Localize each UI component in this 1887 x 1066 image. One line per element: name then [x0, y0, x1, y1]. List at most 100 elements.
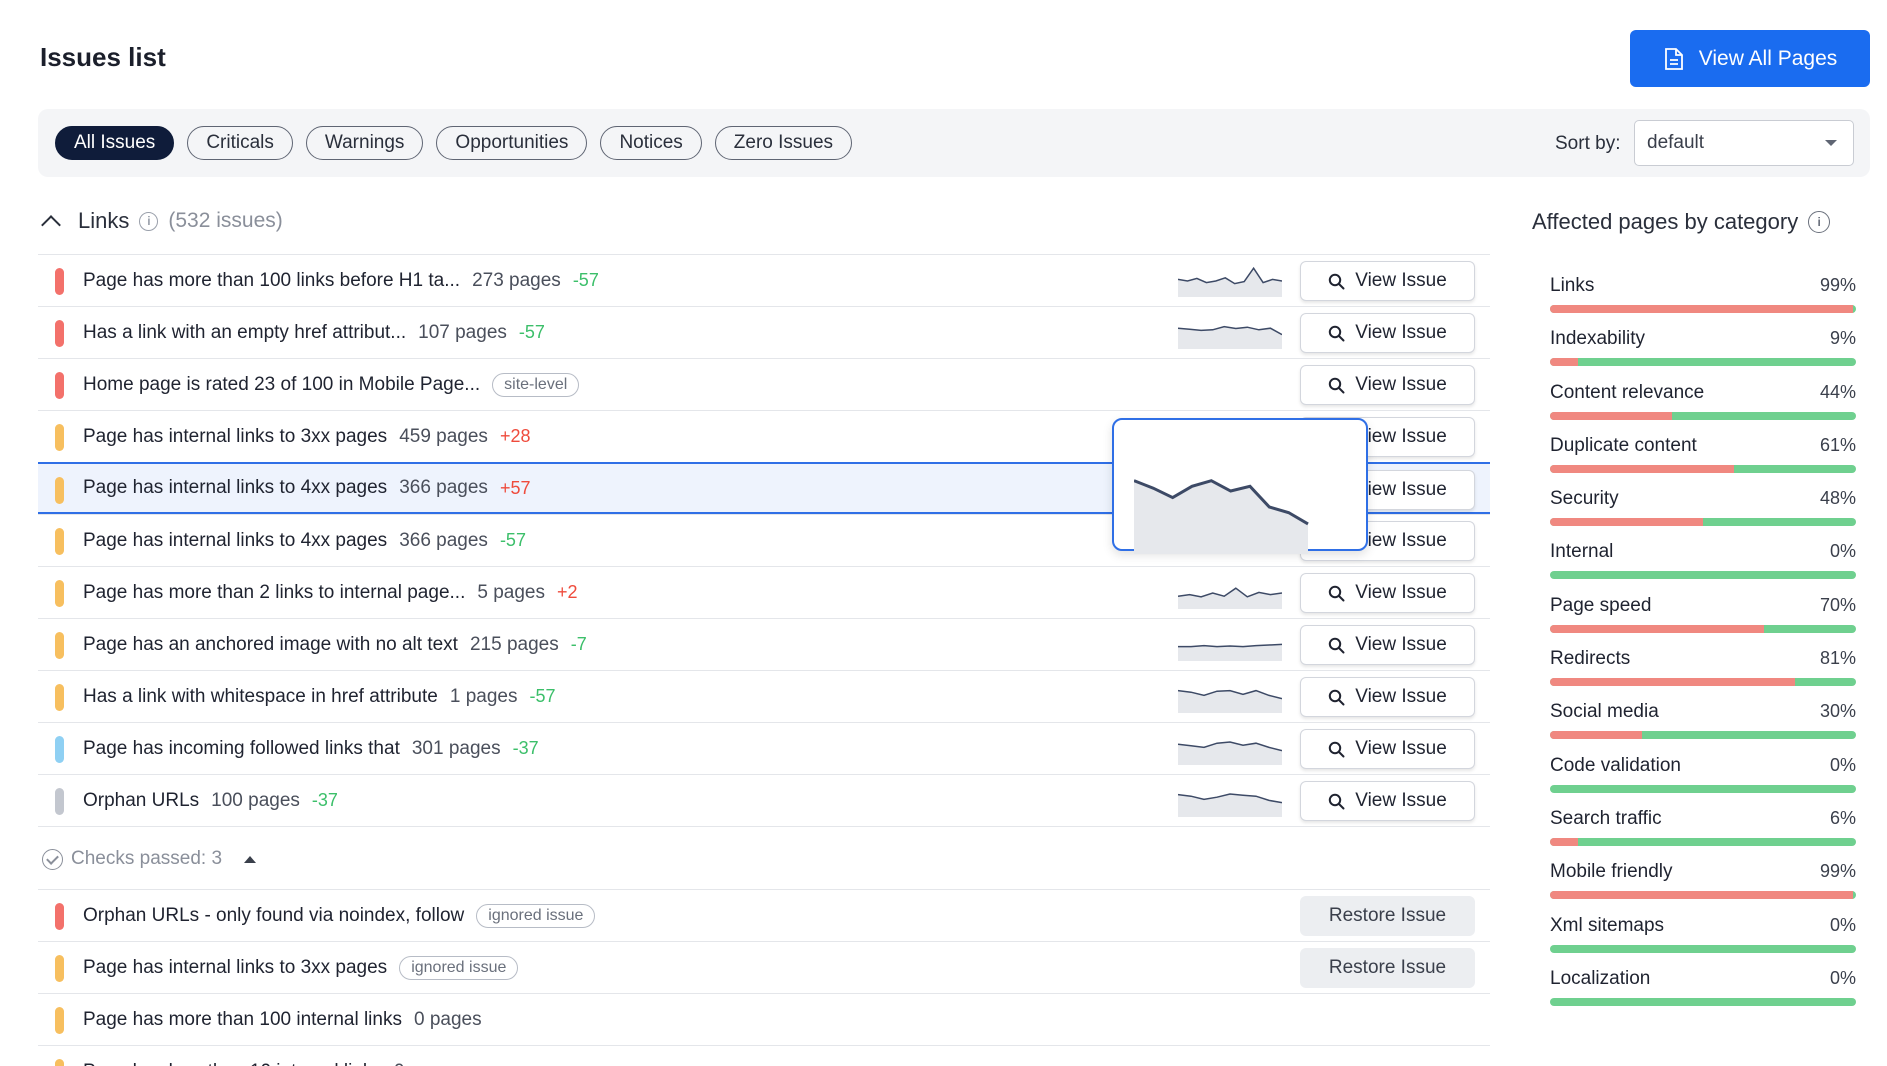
severity-indicator — [55, 580, 64, 607]
filter-pill-zero-issues[interactable]: Zero Issues — [714, 126, 853, 160]
sort-label: Sort by: — [1555, 133, 1621, 154]
issue-title: Page has an anchored image with no alt t… — [83, 633, 458, 655]
issue-delta: -57 — [518, 322, 545, 342]
passed-issue-row[interactable]: Page has more than 100 internal links 0 p… — [38, 993, 1490, 1045]
issue-row-text: Has a link with whitespace in href attri… — [83, 671, 555, 722]
info-icon[interactable]: i — [139, 211, 159, 231]
view-issue-button[interactable]: View Issue — [1300, 781, 1475, 821]
issue-title: Orphan URLs — [83, 789, 200, 811]
trend-sparkline[interactable] — [1178, 629, 1283, 661]
filter-pill-all-issues[interactable]: All Issues — [55, 126, 175, 160]
category-name: Mobile friendly — [1550, 861, 1673, 883]
filter-pill-notices[interactable]: Notices — [600, 126, 702, 160]
issue-delta: -37 — [512, 738, 539, 758]
view-issue-label: View Issue — [1355, 530, 1447, 551]
chevron-up-icon[interactable] — [41, 215, 61, 235]
filter-pill-criticals[interactable]: Criticals — [187, 126, 293, 160]
sparkline-chart — [1177, 741, 1283, 765]
category-bar-fill — [1550, 837, 1578, 846]
checks-passed-row[interactable]: Checks passed: 3 — [38, 826, 1490, 889]
issue-pages: 459 pages — [399, 425, 488, 447]
restore-issue-button[interactable]: Restore Issue — [1300, 948, 1475, 988]
view-issue-button[interactable]: View Issue — [1300, 677, 1475, 717]
category-percent: 0% — [1829, 754, 1856, 775]
affected-pages-title: Affected pages by category i — [1532, 209, 1831, 235]
passed-issue-row[interactable]: Orphan URLs - only found via noindex, fo… — [38, 889, 1490, 941]
sort-value: default — [1647, 132, 1705, 153]
severity-indicator — [55, 736, 64, 763]
issue-row[interactable]: Page has incoming followed links that 301… — [38, 722, 1490, 774]
issue-row[interactable]: Page has an anchored image with no alt t… — [38, 618, 1490, 670]
filter-bar: All Issues Criticals Warnings Opportunities… — [38, 109, 1870, 177]
passed-issue-row[interactable]: Page has internal links to 3xx pages igno… — [38, 941, 1490, 993]
view-issue-button[interactable]: View Issue — [1300, 261, 1475, 301]
category-name: Code validation — [1550, 754, 1681, 776]
issue-delta: -7 — [570, 634, 587, 654]
issue-title: Page has incoming followed links that — [83, 737, 400, 759]
trend-sparkline[interactable] — [1177, 317, 1283, 349]
severity-indicator — [55, 632, 64, 659]
category-bar-fill — [1550, 411, 1673, 420]
issue-row[interactable]: Page has more than 100 links before H1 t… — [38, 254, 1490, 306]
view-issue-label: View Issue — [1355, 479, 1447, 500]
issue-row[interactable]: Orphan URLs 100 pages -37 View Issue — [38, 774, 1490, 826]
search-icon — [1329, 741, 1345, 757]
category-bar — [1550, 944, 1856, 953]
filter-pill-opportunities[interactable]: Opportunities — [436, 126, 588, 160]
category-item: Content relevance 44% — [1550, 382, 1856, 435]
trend-sparkline[interactable] — [1177, 785, 1283, 817]
category-bar-fill — [1550, 678, 1795, 687]
view-issue-button[interactable]: View Issue — [1300, 729, 1475, 769]
issue-title: Page has internal links to 4xx pages — [83, 477, 388, 498]
view-issue-button[interactable]: View Issue — [1300, 365, 1475, 405]
view-issue-button[interactable]: View Issue — [1300, 313, 1475, 353]
issue-row[interactable]: Page has more than 2 links to internal p… — [38, 566, 1490, 618]
caret-up-icon[interactable] — [244, 855, 257, 863]
info-icon[interactable]: i — [1808, 211, 1831, 233]
checks-passed-toggle[interactable]: Checks passed: 3 — [42, 848, 257, 870]
view-issue-button[interactable]: View Issue — [1300, 573, 1475, 613]
category-bar — [1550, 571, 1856, 580]
issue-title: Home page is rated 23 of 100 in Mobile P… — [83, 373, 481, 395]
issue-row-text: Page has internal links to 4xx pages 366 … — [83, 464, 530, 512]
check-circle-icon — [42, 848, 63, 870]
trend-sparkline[interactable] — [1177, 265, 1283, 297]
category-item: Security 48% — [1550, 488, 1856, 541]
category-name: Social media — [1550, 701, 1659, 723]
sparkline-chart — [1177, 689, 1283, 713]
category-bar-fill — [1550, 464, 1734, 473]
page-title: Issues list — [40, 42, 166, 72]
issue-row[interactable]: Has a link with whitespace in href attri… — [38, 670, 1490, 722]
issue-badge: site-level — [492, 372, 580, 397]
sort-select[interactable]: default — [1634, 120, 1854, 166]
sparkline-chart — [1177, 793, 1283, 817]
view-all-pages-label: View All Pages — [1698, 46, 1838, 70]
issue-row-text: Page has more than 100 links before H1 t… — [83, 255, 599, 306]
category-percent: 48% — [1819, 488, 1856, 509]
search-icon — [1329, 377, 1345, 393]
view-all-pages-button[interactable]: View All Pages — [1630, 30, 1870, 87]
restore-issue-button[interactable]: Restore Issue — [1300, 896, 1475, 936]
issue-row-text: Page has incoming followed links that 301… — [83, 723, 539, 774]
filter-pill-warnings[interactable]: Warnings — [305, 126, 424, 160]
caret-down-icon — [1825, 140, 1837, 146]
view-issue-button[interactable]: View Issue — [1300, 625, 1475, 665]
issue-pages: 366 pages — [399, 477, 488, 498]
category-bar — [1550, 518, 1856, 527]
category-name: Xml sitemaps — [1550, 914, 1665, 936]
section-name: Links — [78, 208, 130, 233]
issue-row[interactable]: Home page is rated 23 of 100 in Mobile P… — [38, 358, 1490, 410]
view-issue-label: View Issue — [1355, 322, 1447, 343]
category-bar — [1550, 464, 1856, 473]
passed-issue-row[interactable]: Page has less than 10 internal links 0 pa… — [38, 1045, 1490, 1066]
category-percent: 81% — [1819, 648, 1856, 669]
trend-sparkline[interactable] — [1177, 733, 1283, 765]
issue-delta: -57 — [572, 270, 599, 290]
trend-sparkline[interactable] — [1177, 577, 1283, 609]
category-bar — [1550, 837, 1856, 846]
issue-row[interactable]: Has a link with an empty href attribut..… — [38, 306, 1490, 358]
trend-sparkline[interactable] — [1177, 681, 1283, 713]
issue-delta: -57 — [529, 686, 556, 706]
issue-pages: 0 pages — [394, 1061, 462, 1066]
category-bar-fill — [1550, 891, 1853, 900]
